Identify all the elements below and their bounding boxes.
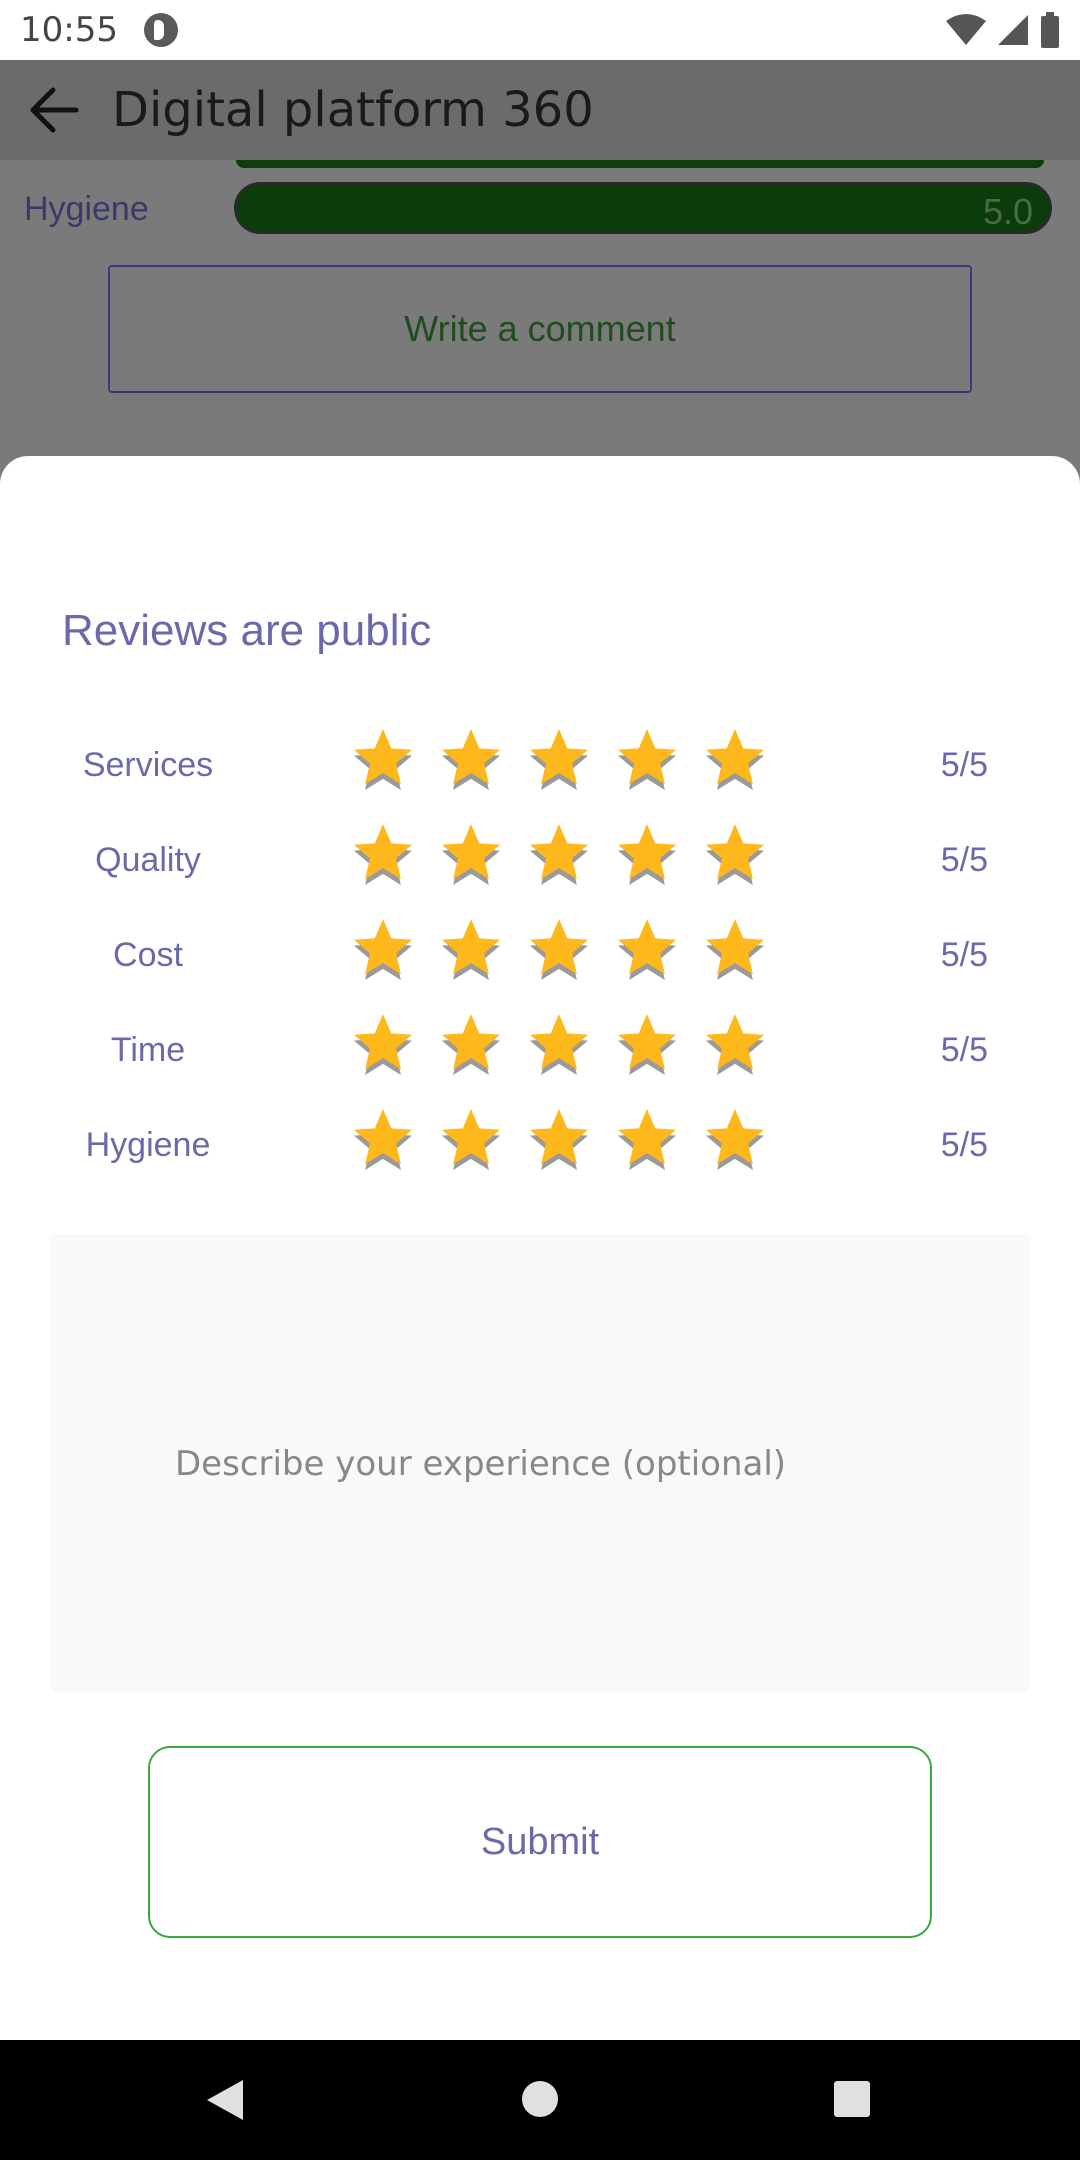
rating-score: 5/5: [940, 1031, 988, 1069]
star-rating: [352, 726, 766, 792]
star-icon[interactable]: [704, 726, 766, 792]
rating-label: Time: [110, 1031, 186, 1069]
rating-score: 5/5: [940, 841, 988, 879]
previous-rating-bar: [236, 160, 1044, 168]
rating-row-quality: Quality 5/5: [0, 821, 1080, 901]
star-icon[interactable]: [528, 726, 590, 792]
star-icon[interactable]: [704, 1011, 766, 1077]
hygiene-rating-bar: 5.0: [234, 182, 1052, 234]
star-icon[interactable]: [616, 1106, 678, 1172]
rating-score: 5/5: [940, 1126, 988, 1164]
star-icon[interactable]: [352, 726, 414, 792]
rating-row-hygiene: Hygiene 5/5: [0, 1106, 1080, 1186]
star-rating: [352, 916, 766, 982]
star-icon[interactable]: [704, 821, 766, 887]
star-icon[interactable]: [616, 916, 678, 982]
cellular-signal-icon: [998, 15, 1028, 45]
rating-label: Hygiene: [85, 1126, 211, 1164]
star-icon[interactable]: [352, 916, 414, 982]
nav-recents-icon[interactable]: [834, 2081, 870, 2117]
rating-label: Services: [82, 746, 214, 784]
submit-button[interactable]: Submit: [148, 1746, 932, 1938]
star-icon[interactable]: [352, 821, 414, 887]
rating-label: Cost: [113, 936, 183, 974]
star-icon[interactable]: [528, 821, 590, 887]
rating-row-cost: Cost 5/5: [0, 916, 1080, 996]
star-rating: [352, 1106, 766, 1172]
star-icon[interactable]: [528, 916, 590, 982]
wifi-icon: [946, 14, 986, 45]
star-icon[interactable]: [352, 1011, 414, 1077]
star-icon[interactable]: [704, 1106, 766, 1172]
star-icon[interactable]: [352, 1106, 414, 1172]
back-arrow-icon[interactable]: [26, 82, 82, 138]
star-icon[interactable]: [440, 916, 502, 982]
experience-placeholder: Describe your experience (optional): [175, 1444, 787, 1484]
rating-row-time: Time 5/5: [0, 1011, 1080, 1091]
sheet-title: Reviews are public: [62, 606, 432, 655]
star-icon[interactable]: [616, 821, 678, 887]
status-time: 10:55: [20, 10, 118, 50]
star-icon[interactable]: [440, 821, 502, 887]
background-content: Hygiene 5.0 Write a comment: [0, 160, 1080, 456]
rating-score: 5/5: [940, 746, 988, 784]
nav-home-icon[interactable]: [522, 2081, 558, 2117]
star-icon[interactable]: [440, 1011, 502, 1077]
star-icon[interactable]: [704, 916, 766, 982]
navigation-bar: [0, 2040, 1080, 2160]
battery-icon: [1041, 12, 1059, 48]
page-title: Digital platform 360: [112, 82, 594, 138]
hygiene-rating-value: 5.0: [982, 191, 1033, 232]
app-notification-icon: [143, 13, 178, 47]
star-icon[interactable]: [616, 726, 678, 792]
experience-input[interactable]: Describe your experience (optional): [50, 1234, 1030, 1692]
star-rating: [352, 821, 766, 887]
status-bar: 10:55: [0, 0, 1080, 60]
star-icon[interactable]: [440, 1106, 502, 1172]
rating-label: Quality: [95, 841, 201, 879]
star-rating: [352, 1011, 766, 1077]
star-icon[interactable]: [440, 726, 502, 792]
app-bar: Digital platform 360: [0, 60, 1080, 160]
rating-row-services: Services 5/5: [0, 726, 1080, 806]
status-icons: [946, 12, 1060, 48]
star-icon[interactable]: [616, 1011, 678, 1077]
nav-back-icon[interactable]: [205, 2078, 245, 2122]
rating-score: 5/5: [940, 936, 988, 974]
star-icon[interactable]: [528, 1011, 590, 1077]
hygiene-label: Hygiene: [24, 190, 149, 228]
write-comment-button[interactable]: Write a comment: [108, 265, 972, 393]
review-bottom-sheet: Reviews are public Services 5/5 Quality 5/5…: [0, 456, 1080, 2040]
star-icon[interactable]: [528, 1106, 590, 1172]
